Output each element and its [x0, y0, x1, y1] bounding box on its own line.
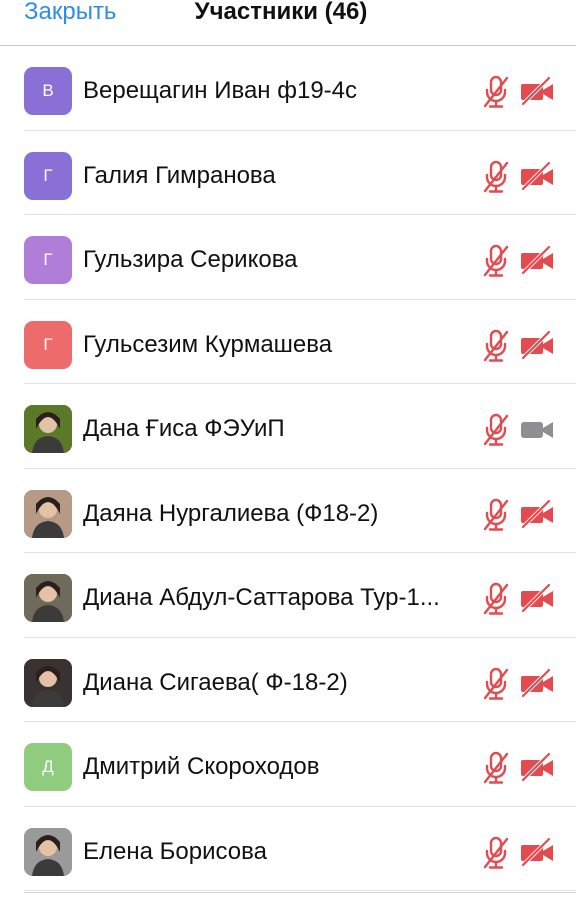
- avatar: Г: [24, 151, 72, 200]
- avatar: [24, 405, 72, 453]
- avatar: Д: [24, 743, 72, 791]
- video-off-icon: [519, 498, 555, 529]
- participant-name: Гульзира Серикова: [83, 246, 298, 273]
- participant-name: Диана Сигаева( Ф-18-2): [83, 668, 348, 696]
- avatar: [24, 658, 72, 707]
- divider: [24, 892, 576, 893]
- video-off-icon: [519, 583, 555, 613]
- participant-row[interactable]: Г Гульсезим Курмашева: [0, 300, 576, 385]
- avatar: Г: [24, 320, 72, 369]
- video-on-icon: [519, 414, 555, 444]
- avatar: [24, 574, 72, 622]
- participant-row[interactable]: Дана Ғиса ФЭУиП: [0, 384, 576, 469]
- video-off-icon: [519, 160, 555, 191]
- participant-name: Галия Гимранова: [83, 161, 276, 189]
- participant-row[interactable]: Даяна Нургалиева (Ф18-2): [0, 469, 576, 554]
- video-off-icon: [519, 667, 555, 698]
- participant-row[interactable]: Диана Абдул-Саттарова Тур-1...: [0, 553, 576, 638]
- avatar-initial: В: [42, 81, 54, 100]
- participant-row[interactable]: Г Галия Гимранова: [0, 131, 576, 216]
- header-bar: Закрыть Участники (46): [0, 0, 576, 46]
- video-off-icon: [519, 245, 555, 275]
- participant-row[interactable]: В Верещагин Иван ф19-4с: [0, 46, 576, 131]
- mic-muted-icon: [482, 582, 510, 616]
- mic-muted-icon: [482, 75, 510, 109]
- video-off-icon: [519, 329, 555, 360]
- avatar-initial: Д: [42, 757, 54, 776]
- participant-name: Даяна Нургалиева (Ф18-2): [83, 499, 379, 527]
- mic-muted-icon: [482, 667, 510, 701]
- mic-muted-icon: [482, 244, 510, 278]
- mic-muted-icon: [482, 160, 510, 194]
- video-off-icon: [519, 76, 555, 106]
- participant-name: Диана Абдул-Саттарова Тур-1...: [83, 584, 440, 611]
- avatar-initial: Г: [43, 165, 53, 185]
- participant-row[interactable]: Д Дмитрий Скороходов: [0, 722, 576, 807]
- avatar: Г: [24, 236, 72, 284]
- participant-list: В Верещагин Иван ф19-4с Г Галия Гимранова …: [0, 46, 576, 891]
- participant-name: Елена Борисова: [83, 837, 267, 865]
- video-off-icon: [519, 836, 555, 867]
- participant-row[interactable]: Елена Борисова: [0, 807, 576, 892]
- participant-row[interactable]: Г Гульзира Серикова: [0, 215, 576, 300]
- participant-name: Дмитрий Скороходов: [83, 753, 320, 780]
- video-off-icon: [519, 752, 555, 782]
- mic-muted-icon: [482, 329, 510, 363]
- mic-muted-icon: [482, 413, 510, 447]
- participant-name: Дана Ғиса ФЭУиП: [83, 415, 285, 442]
- participant-name: Верещагин Иван ф19-4с: [83, 77, 358, 104]
- avatar: [24, 489, 72, 538]
- participant-row[interactable]: Диана Сигаева( Ф-18-2): [0, 638, 576, 723]
- participant-name: Гульсезим Курмашева: [83, 330, 333, 358]
- page-title: Участники (46): [194, 0, 368, 25]
- avatar-initial: Г: [43, 334, 53, 354]
- avatar: [24, 827, 72, 876]
- mic-muted-icon: [482, 836, 510, 870]
- avatar-initial: Г: [43, 250, 53, 269]
- avatar: В: [24, 67, 72, 115]
- mic-muted-icon: [482, 751, 510, 785]
- mic-muted-icon: [482, 498, 510, 532]
